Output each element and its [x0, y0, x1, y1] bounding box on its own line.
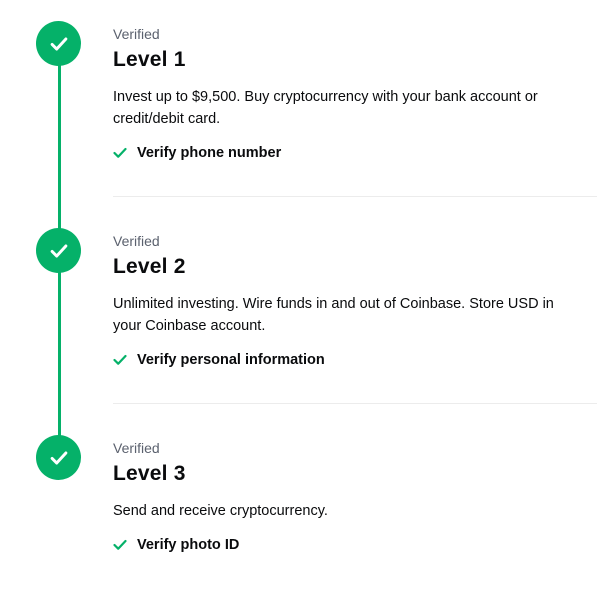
level-title: Level 3	[113, 462, 186, 485]
check-circle-icon	[36, 228, 81, 273]
checkmark-icon	[113, 539, 127, 550]
level-description: Send and receive cryptocurrency.	[113, 503, 328, 519]
checkmark-icon	[113, 354, 127, 365]
level-title: Level 2	[113, 255, 186, 278]
level-status: Verified	[113, 233, 160, 249]
level-description: Unlimited investing. Wire funds in and o…	[113, 296, 554, 334]
level-title: Level 1	[113, 48, 186, 71]
check-circle-icon	[36, 435, 81, 480]
verification-levels: Verified Level 1 Invest up to $9,500. Bu…	[0, 0, 597, 593]
check-circle-icon	[36, 21, 81, 66]
divider	[113, 403, 597, 404]
requirement-item: Verify phone number	[113, 145, 281, 161]
checkmark-icon	[113, 147, 127, 158]
level-description: Invest up to $9,500. Buy cryptocurrency …	[113, 89, 538, 127]
requirement-label: Verify personal information	[137, 352, 325, 368]
level-status: Verified	[113, 26, 160, 42]
divider	[113, 196, 597, 197]
requirement-label: Verify photo ID	[137, 537, 240, 553]
requirement-item: Verify personal information	[113, 352, 325, 368]
requirement-item: Verify photo ID	[113, 537, 239, 553]
requirement-label: Verify phone number	[137, 145, 282, 161]
level-status: Verified	[113, 440, 160, 456]
